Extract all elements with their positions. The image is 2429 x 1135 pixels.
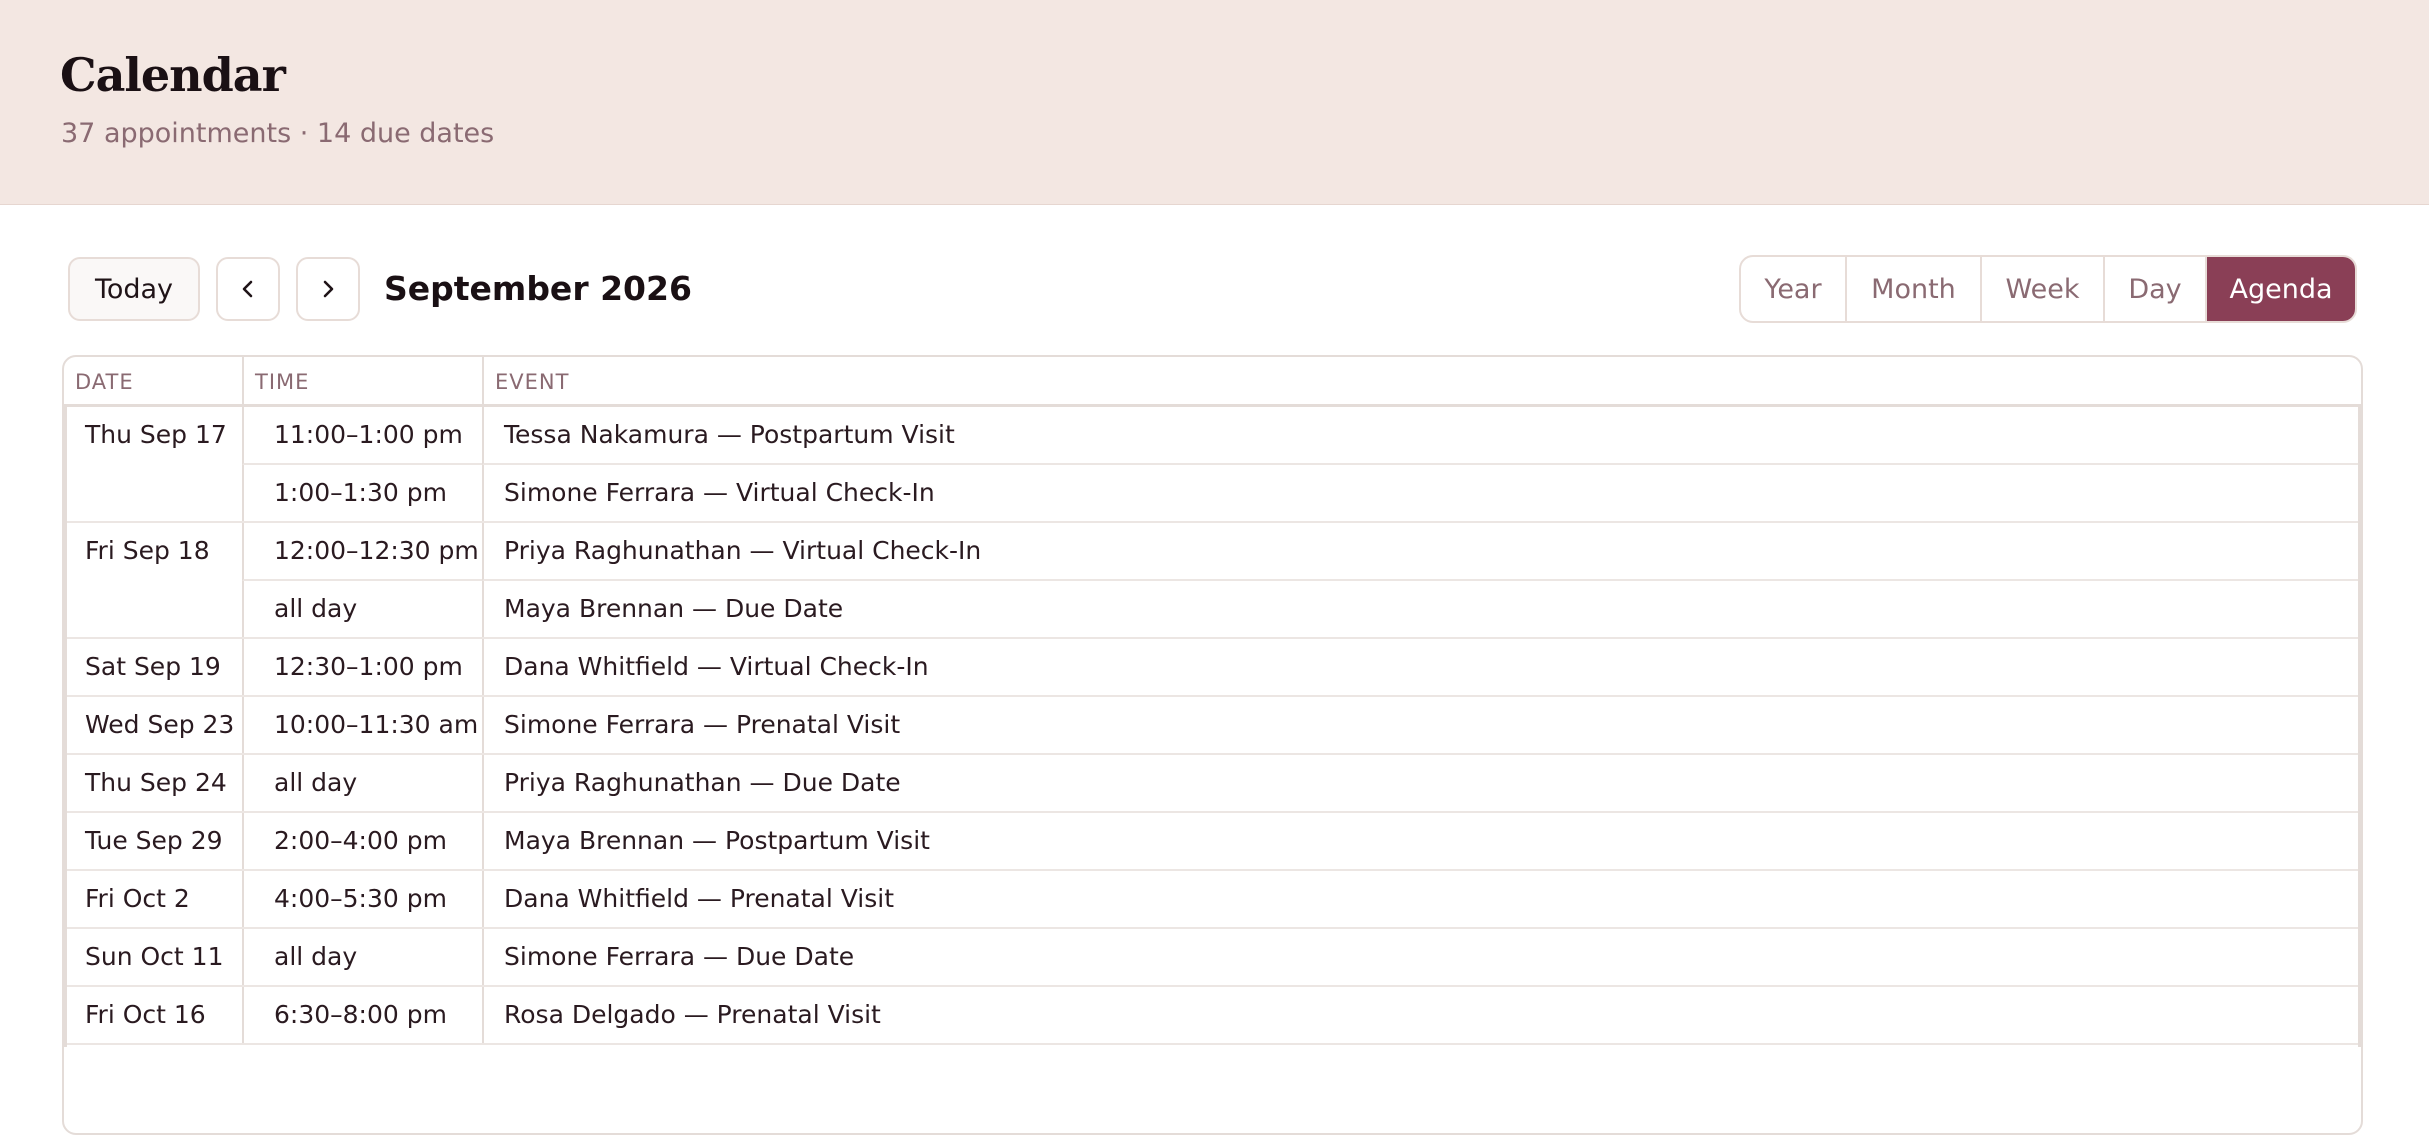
- column-header-date: DATE: [75, 370, 134, 394]
- agenda-header-row: DATE TIME EVENT: [64, 357, 2361, 407]
- row-date: [64, 581, 242, 637]
- row-event[interactable]: Dana Whitfield — Prenatal Visit: [482, 871, 2361, 927]
- row-date: [64, 465, 242, 521]
- page-header: Calendar 37 appointments · 14 due dates: [0, 0, 2429, 205]
- previous-period-button[interactable]: [216, 257, 280, 321]
- view-switcher: Year Month Week Day Agenda: [1739, 255, 2357, 323]
- view-month-button[interactable]: Month: [1847, 257, 1982, 321]
- view-year-button[interactable]: Year: [1741, 257, 1847, 321]
- row-event[interactable]: Maya Brennan — Due Date: [482, 581, 2361, 637]
- view-day-button[interactable]: Day: [2105, 257, 2207, 321]
- agenda-row[interactable]: Sun Oct 11 all day Simone Ferrara — Due …: [64, 929, 2361, 987]
- agenda-table: DATE TIME EVENT Thu Sep 17 11:00–1:00 pm…: [62, 355, 2363, 1135]
- column-header-time: TIME: [242, 357, 482, 407]
- agenda-row[interactable]: Fri Oct 16 6:30–8:00 pm Rosa Delgado — P…: [64, 987, 2361, 1045]
- chevron-right-icon: [317, 278, 339, 300]
- agenda-row[interactable]: Fri Sep 18 12:00–12:30 pm Priya Raghunat…: [64, 523, 2361, 581]
- row-date: Wed Sep 23: [85, 710, 235, 739]
- table-left-rule: [64, 407, 67, 1047]
- row-date: Thu Sep 17: [85, 420, 227, 449]
- next-period-button[interactable]: [296, 257, 360, 321]
- agenda-row[interactable]: all day Maya Brennan — Due Date: [64, 581, 2361, 639]
- chevron-left-icon: [237, 278, 259, 300]
- row-time: 2:00–4:00 pm: [242, 813, 482, 869]
- row-time: 1:00–1:30 pm: [242, 465, 482, 521]
- agenda-row[interactable]: Thu Sep 24 all day Priya Raghunathan — D…: [64, 755, 2361, 813]
- table-right-rule: [2358, 407, 2361, 1047]
- row-event[interactable]: Simone Ferrara — Virtual Check-In: [482, 465, 2361, 521]
- row-event[interactable]: Simone Ferrara — Due Date: [482, 929, 2361, 985]
- row-date: Sun Oct 11: [85, 942, 224, 971]
- row-time: 4:00–5:30 pm: [242, 871, 482, 927]
- row-event[interactable]: Priya Raghunathan — Virtual Check-In: [482, 523, 2361, 581]
- row-time: all day: [242, 581, 482, 637]
- agenda-rows: Thu Sep 17 11:00–1:00 pm Tessa Nakamura …: [64, 407, 2361, 1045]
- row-date: Fri Oct 16: [85, 1000, 206, 1029]
- row-event[interactable]: Tessa Nakamura — Postpartum Visit: [482, 407, 2361, 465]
- agenda-row[interactable]: Wed Sep 23 10:00–11:30 am Simone Ferrara…: [64, 697, 2361, 755]
- view-agenda-button[interactable]: Agenda: [2207, 257, 2355, 321]
- row-date: Sat Sep 19: [85, 652, 221, 681]
- calendar-toolbar: Today September 2026 Year Month Week Day…: [0, 255, 2429, 323]
- agenda-row[interactable]: Thu Sep 17 11:00–1:00 pm Tessa Nakamura …: [64, 407, 2361, 465]
- row-event[interactable]: Rosa Delgado — Prenatal Visit: [482, 987, 2361, 1043]
- row-date: Tue Sep 29: [85, 826, 223, 855]
- page-title: Calendar: [60, 48, 286, 102]
- row-time: 11:00–1:00 pm: [242, 407, 482, 465]
- row-time: 10:00–11:30 am: [242, 697, 482, 753]
- row-time: all day: [242, 755, 482, 811]
- row-event[interactable]: Dana Whitfield — Virtual Check-In: [482, 639, 2361, 695]
- agenda-row[interactable]: Sat Sep 19 12:30–1:00 pm Dana Whitfield …: [64, 639, 2361, 697]
- column-header-event: EVENT: [482, 357, 2361, 407]
- view-week-button[interactable]: Week: [1982, 257, 2105, 321]
- row-time: 12:30–1:00 pm: [242, 639, 482, 695]
- agenda-row[interactable]: Fri Oct 2 4:00–5:30 pm Dana Whitfield — …: [64, 871, 2361, 929]
- row-time: 12:00–12:30 pm: [242, 523, 482, 581]
- row-date: Thu Sep 24: [85, 768, 227, 797]
- row-time: 6:30–8:00 pm: [242, 987, 482, 1043]
- row-event[interactable]: Priya Raghunathan — Due Date: [482, 755, 2361, 811]
- row-date: Fri Sep 18: [85, 536, 210, 565]
- today-button[interactable]: Today: [68, 257, 200, 321]
- row-event[interactable]: Simone Ferrara — Prenatal Visit: [482, 697, 2361, 753]
- row-date: Fri Oct 2: [85, 884, 190, 913]
- agenda-row[interactable]: Tue Sep 29 2:00–4:00 pm Maya Brennan — P…: [64, 813, 2361, 871]
- page-subtitle: 37 appointments · 14 due dates: [61, 118, 495, 149]
- row-event[interactable]: Maya Brennan — Postpartum Visit: [482, 813, 2361, 869]
- agenda-row[interactable]: 1:00–1:30 pm Simone Ferrara — Virtual Ch…: [64, 465, 2361, 523]
- current-period-label: September 2026: [384, 269, 692, 308]
- row-time: all day: [242, 929, 482, 985]
